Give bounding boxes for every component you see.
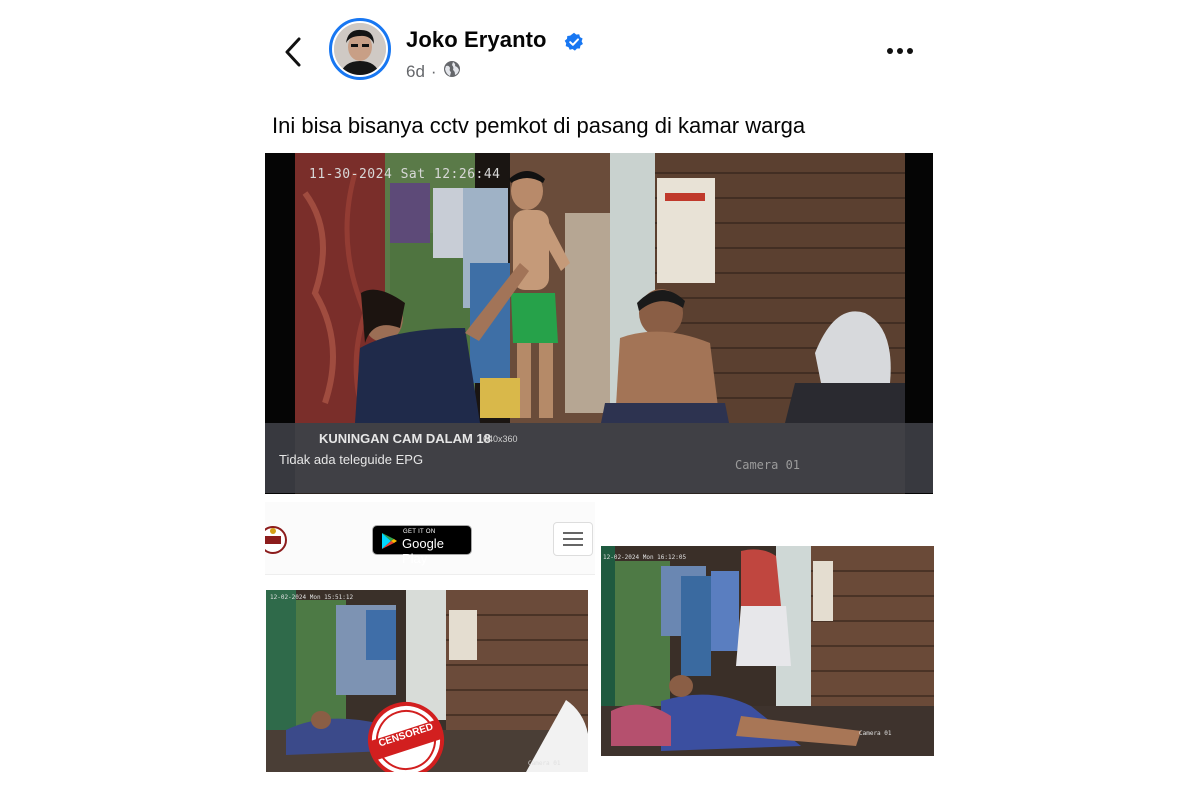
site-logo <box>265 522 289 558</box>
cctv-timestamp-left: 12-02-2024 Mon 15:51:12 <box>270 594 354 601</box>
cctv-snapshot-left: 12-02-2024 Mon 15:51:12 CENSORED Camera … <box>266 590 588 772</box>
player-info-bar: KUNINGAN CAM DALAM 18 640x360 Tidak ada … <box>265 423 933 493</box>
facebook-post: Joko Eryanto 6d · Ini bisa bisanya cctv … <box>264 0 934 800</box>
camera-label: Camera 01 <box>735 458 801 472</box>
camera-label-right: Camera 01 <box>859 730 892 737</box>
cctv-snapshot-right: 12-02-2024 Mon 16:12:05 Camera 01 <box>601 546 934 756</box>
google-play-icon <box>382 533 397 549</box>
cctv-image-right[interactable]: 12-02-2024 Mon 16:12:05 Camera 01 <box>601 502 934 800</box>
author-name[interactable]: Joko Eryanto <box>406 27 547 53</box>
store-big-label: Google Play <box>402 536 444 566</box>
store-small-label: GET IT ON <box>403 529 436 535</box>
hamburger-menu-icon[interactable] <box>553 522 593 556</box>
camera-label-left: Camera 01 <box>528 760 561 767</box>
resolution-label: 640x360 <box>483 434 518 444</box>
post-time[interactable]: 6d <box>406 62 425 82</box>
google-play-button[interactable]: GET IT ON Google Play <box>372 525 472 566</box>
verified-badge-icon <box>564 32 584 52</box>
website-header: GET IT ON Google Play <box>265 502 595 575</box>
epg-status: Tidak ada teleguide EPG <box>279 452 424 467</box>
cctv-timestamp: 11-30-2024 Sat 12:26:44 <box>309 167 501 182</box>
meta-separator: · <box>430 61 437 81</box>
cctv-timestamp-right: 12-02-2024 Mon 16:12:05 <box>603 554 687 561</box>
cctv-main-image[interactable]: 11-30-2024 Sat 12:26:44 KUNINGAN CAM DAL… <box>265 153 933 494</box>
back-icon[interactable] <box>280 36 308 68</box>
post-caption: Ini bisa bisanya cctv pemkot di pasang d… <box>272 113 806 138</box>
post-meta: 6d · <box>406 60 461 83</box>
channel-name: KUNINGAN CAM DALAM 18 <box>319 431 491 446</box>
more-horizontal-icon[interactable] <box>884 40 918 62</box>
author-avatar[interactable] <box>329 18 391 80</box>
avatar <box>334 23 386 75</box>
cctv-image-left[interactable]: GET IT ON Google Play 12-02-2024 Mon 15:… <box>265 502 595 800</box>
globe-icon[interactable] <box>443 60 461 83</box>
